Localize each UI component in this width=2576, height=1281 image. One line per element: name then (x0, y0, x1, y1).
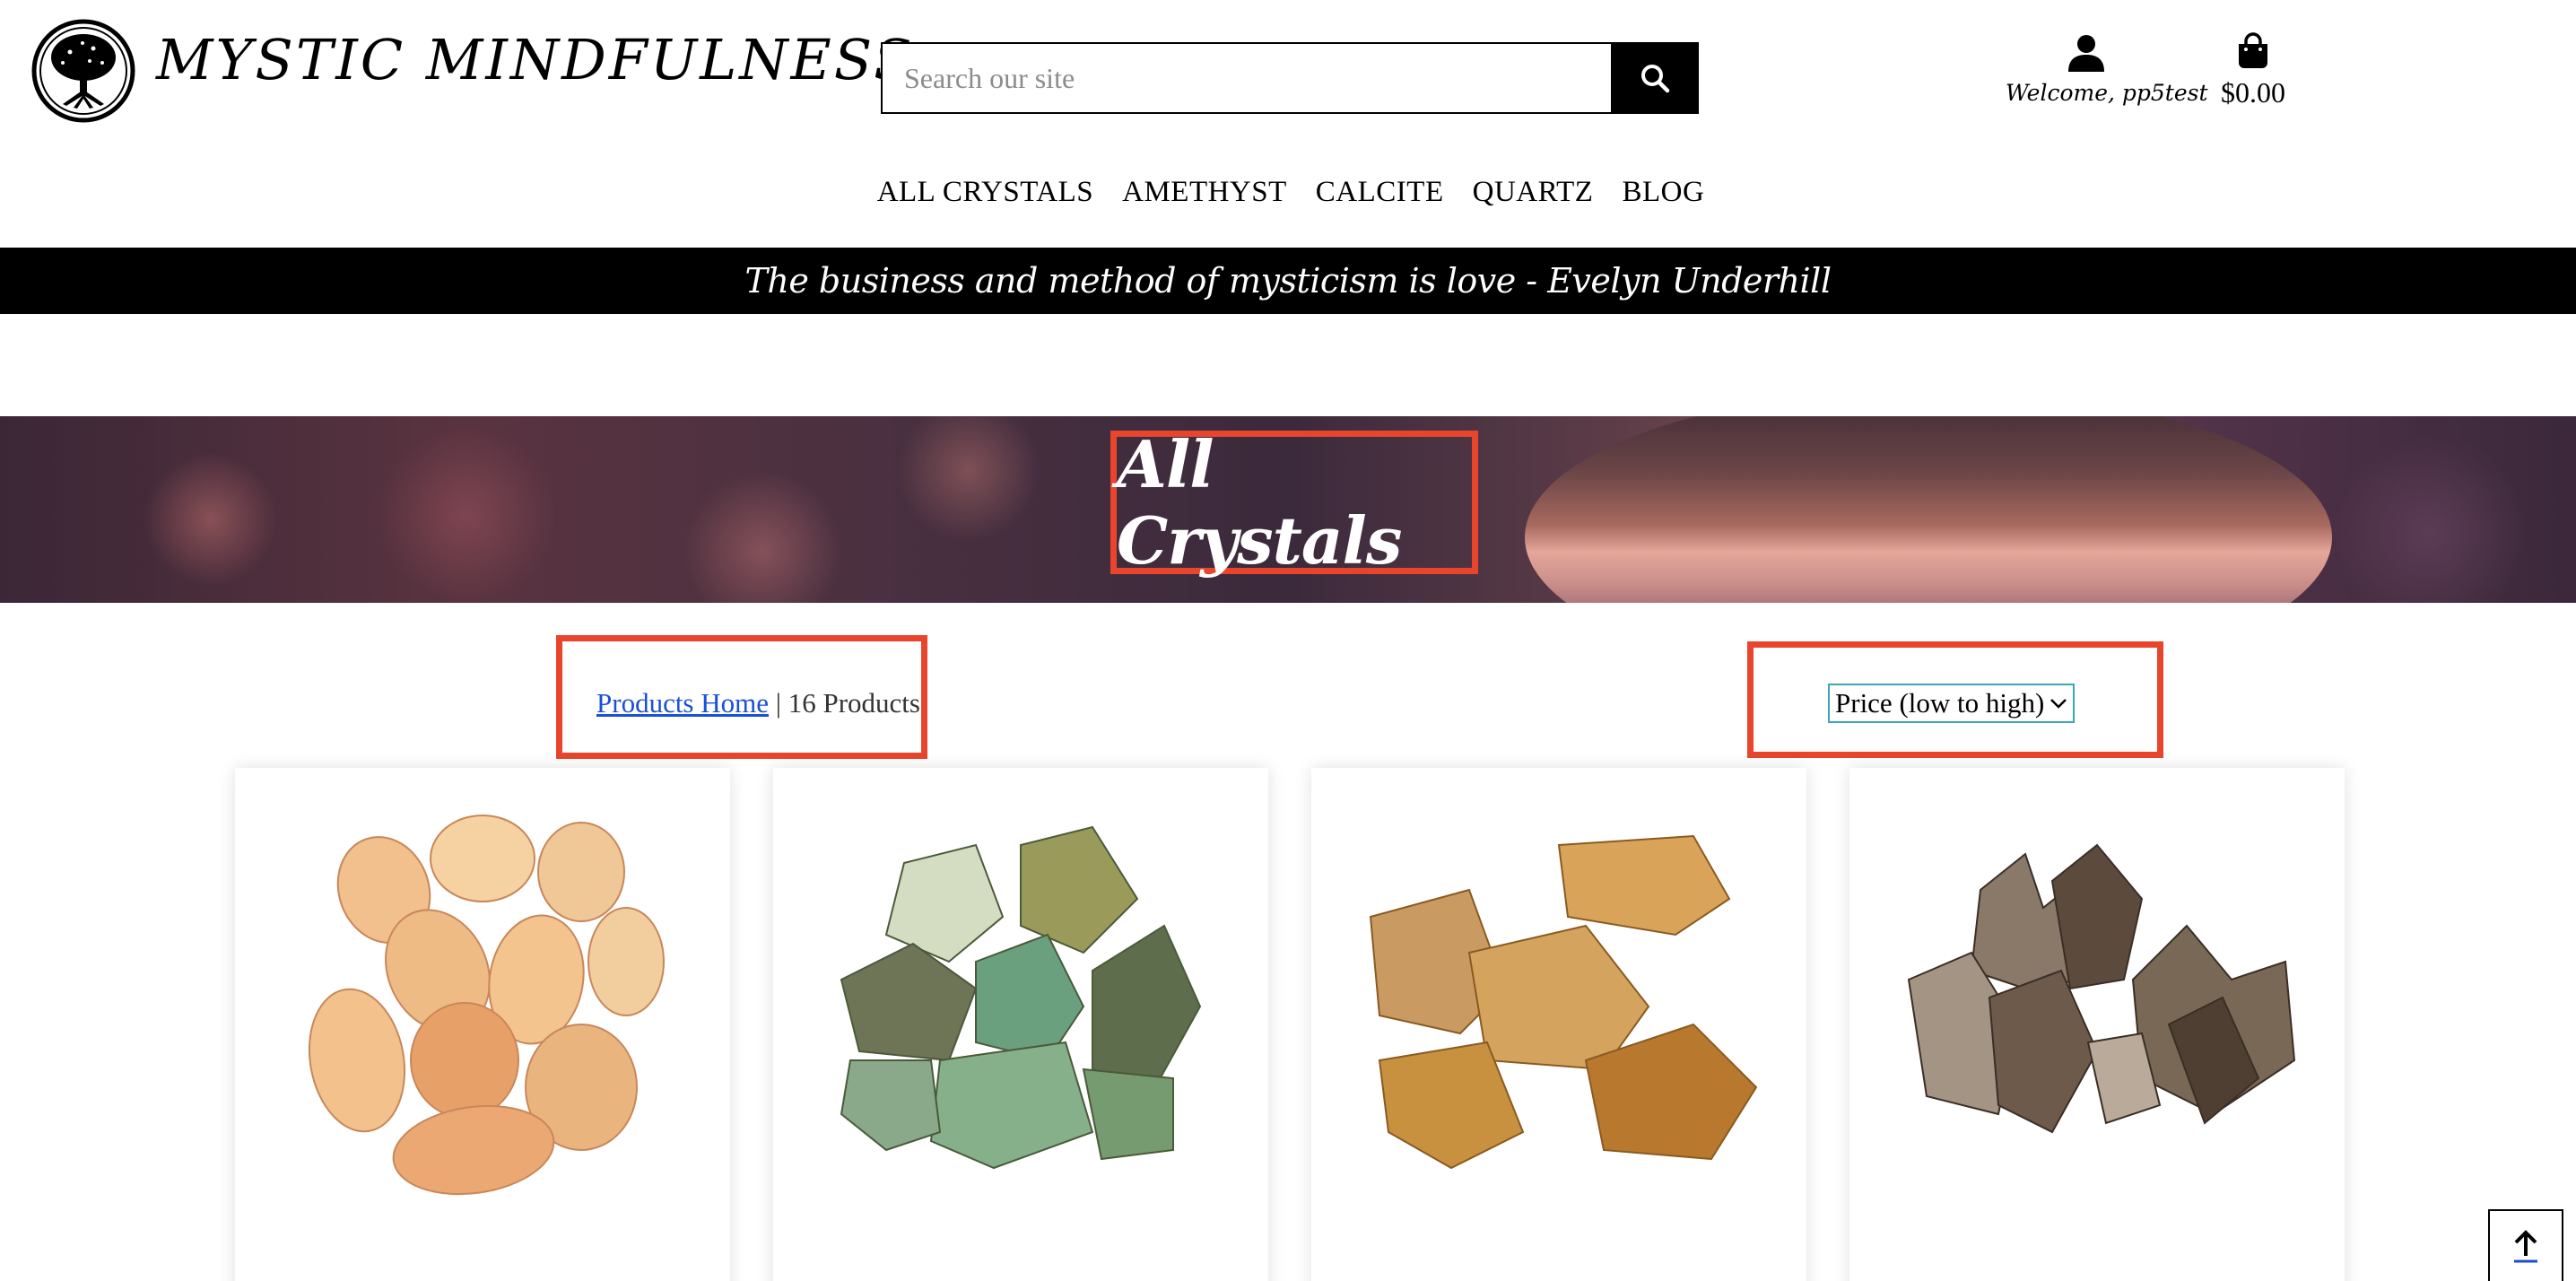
account-label: Welcome, pp5test (2006, 80, 2208, 106)
sort-select[interactable]: Price (low to high) (1828, 684, 2076, 723)
brand-name[interactable]: MYSTIC MINDFULNESS (156, 27, 915, 92)
quote-text: The business and method of mysticism is … (744, 261, 1832, 301)
search-button[interactable] (1611, 42, 1699, 114)
hero-title-highlight: All Crystals (1110, 426, 1478, 579)
nav-quartz[interactable]: QUARTZ (1473, 176, 1594, 209)
shopping-bag-link[interactable]: $0.00 (2203, 32, 2303, 109)
nav-calcite[interactable]: CALCITE (1316, 176, 1444, 209)
bag-total: $0.00 (2221, 76, 2285, 109)
product-image (1907, 843, 2296, 1134)
crystal-ball-image (1525, 416, 2332, 603)
search-form (881, 42, 1699, 114)
search-input[interactable] (881, 42, 1611, 114)
hero-bokeh (377, 425, 556, 603)
hero-banner: All Crystals (0, 416, 2576, 603)
nav-all-crystals[interactable]: ALL CRYSTALS (877, 176, 1093, 209)
product-image (840, 825, 1202, 1170)
arrow-up-icon (2514, 1230, 2537, 1263)
page-title: All Crystals (1117, 426, 1402, 579)
product-count: 16 Products (788, 687, 920, 719)
user-icon (2068, 35, 2104, 72)
product-image (308, 815, 665, 1196)
back-to-top-button[interactable] (2488, 1209, 2563, 1281)
product-image (1369, 834, 1758, 1170)
breadcrumb-separator: | (775, 687, 781, 719)
nav-amethyst[interactable]: AMETHYST (1122, 176, 1287, 209)
main-nav: ALL CRYSTALS AMETHYST CALCITE QUARTZ BLO… (0, 176, 2576, 209)
product-card[interactable] (1849, 768, 2345, 1281)
account-link[interactable]: Welcome, pp5test (2006, 34, 2208, 106)
hero-bokeh (897, 416, 1040, 542)
search-icon (1641, 65, 1670, 93)
product-card[interactable] (773, 768, 1268, 1281)
hero-bokeh (682, 470, 843, 603)
product-card[interactable] (1311, 768, 1806, 1281)
product-card[interactable] (235, 768, 730, 1281)
quote-banner: The business and method of mysticism is … (0, 248, 2576, 314)
products-home-link[interactable]: Products Home (596, 687, 769, 719)
breadcrumb: Products Home | 16 Products (596, 687, 920, 719)
shopping-bag-icon (2239, 32, 2267, 68)
chevron-down-icon (2050, 699, 2067, 709)
nav-blog[interactable]: BLOG (1622, 176, 1704, 209)
hero-bokeh (2332, 434, 2529, 603)
hero-bokeh (144, 452, 278, 587)
sort-selected-value: Price (low to high) (1835, 687, 2045, 719)
site-logo[interactable] (30, 18, 136, 124)
